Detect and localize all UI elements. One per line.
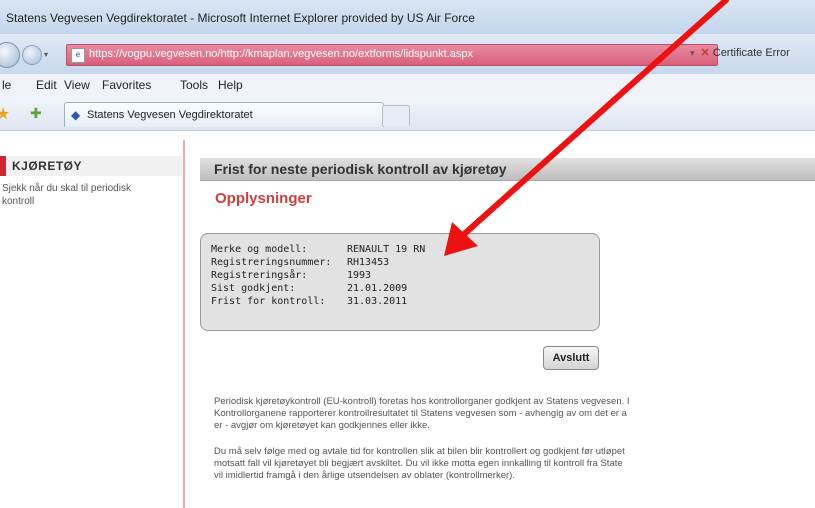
add-favorites-icon[interactable]: ✚ (30, 105, 42, 122)
main-content: Frist for neste periodisk kontroll av kj… (200, 148, 815, 508)
address-bar[interactable]: e https://vogpu.vegvesen.no/http://kmapl… (66, 44, 718, 66)
info-row: Registreringsnummer: RH13453 (211, 257, 425, 270)
info-row: Registreringsår: 1993 (211, 270, 425, 283)
info-label: Merke og modell: (211, 244, 308, 255)
sidebar-divider (183, 140, 185, 508)
info-label: Sist godkjent: (211, 283, 296, 294)
forward-button[interactable] (22, 45, 42, 65)
paragraph-line: motsatt fall vil kjøretøyet bli begjært … (214, 458, 623, 469)
menu-edit[interactable]: Edit (36, 78, 57, 92)
sidebar-link-periodic-control[interactable]: Sjekk når du skal til periodisk kontroll (2, 182, 152, 208)
section-title-bar: Frist for neste periodisk kontroll av kj… (200, 158, 815, 181)
info-value: 21.01.2009 (347, 283, 408, 294)
paragraph-line: Kontrollorganene rapporterer kontrollres… (214, 408, 627, 419)
info-value: RENAULT 19 RN (347, 244, 426, 255)
tab-page-icon: ◆ (71, 108, 81, 122)
info-row: Frist for kontroll: 31.03.2011 (211, 296, 425, 309)
paragraph-line: Du må selv følge med og avtale tid for k… (214, 446, 625, 457)
info-paragraph-1: Periodisk kjøretøykontroll (EU-kontroll)… (214, 396, 815, 432)
menu-tools[interactable]: Tools (180, 78, 208, 92)
section-title: Frist for neste periodisk kontroll av kj… (214, 161, 507, 177)
address-row: ▾ e https://vogpu.vegvesen.no/http://kma… (0, 34, 815, 74)
menu-view[interactable]: View (64, 78, 90, 92)
sidebar-header: KJØRETØY (0, 156, 182, 176)
favorites-star-icon[interactable]: ★ (0, 104, 10, 124)
recent-pages-dropdown-icon[interactable]: ▾ (44, 50, 48, 59)
new-tab-button[interactable] (382, 105, 410, 126)
paragraph-line: Periodisk kjøretøykontroll (EU-kontroll)… (214, 396, 630, 407)
info-label: Frist for kontroll: (211, 296, 326, 307)
vehicle-info-box: Merke og modell: RENAULT 19 RN Registreri… (200, 233, 600, 331)
info-label: Registreringsnummer: (211, 257, 332, 268)
info-value: RH13453 (347, 257, 390, 268)
certificate-error-indicator[interactable]: ▾ ✕ Certificate Error (690, 46, 790, 59)
paragraph-line: er - avgjør om kjøretøyet kan godkjennes… (214, 420, 430, 431)
paragraph-line: vil imidlertid framgå i den årlige utsen… (214, 470, 515, 481)
tab-label: Statens Vegvesen Vegdirektoratet (87, 109, 253, 121)
favorites-bar: ★ ✚ ◆ Statens Vegvesen Vegdirektoratet (0, 96, 815, 131)
menu-favorites[interactable]: Favorites (102, 78, 151, 92)
page-subtitle: Opplysninger (215, 190, 312, 207)
left-navigation: KJØRETØY Sjekk når du skal til periodisk… (0, 148, 182, 508)
address-dropdown-icon[interactable]: ▾ (690, 48, 695, 58)
exit-button[interactable]: Avslutt (543, 346, 599, 370)
info-value: 31.03.2011 (347, 296, 408, 307)
info-paragraph-2: Du må selv følge med og avtale tid for k… (214, 446, 815, 482)
info-row: Sist godkjent: 21.01.2009 (211, 283, 425, 296)
info-value: 1993 (347, 270, 372, 281)
back-button[interactable] (0, 42, 20, 68)
window-titlebar: Statens Vegvesen Vegdirektoratet - Micro… (0, 0, 815, 35)
menu-bar: le Edit View Favorites Tools Help (0, 74, 815, 97)
menu-help[interactable]: Help (218, 78, 243, 92)
sidebar-header-label: KJØRETØY (12, 159, 83, 173)
certificate-error-label[interactable]: Certificate Error (713, 47, 790, 59)
page-icon: e (71, 48, 85, 63)
browser-tab[interactable]: ◆ Statens Vegvesen Vegdirektoratet (64, 102, 384, 127)
address-url[interactable]: https://vogpu.vegvesen.no/http://kmaplan… (89, 48, 473, 60)
menu-file[interactable]: le (2, 78, 11, 92)
certificate-error-icon: ✕ (700, 47, 710, 59)
window-title: Statens Vegvesen Vegdirektoratet - Micro… (6, 11, 475, 25)
info-row: Merke og modell: RENAULT 19 RN (211, 244, 425, 257)
vehicle-info-table: Merke og modell: RENAULT 19 RN Registreri… (211, 244, 425, 309)
info-label: Registreringsår: (211, 270, 308, 281)
